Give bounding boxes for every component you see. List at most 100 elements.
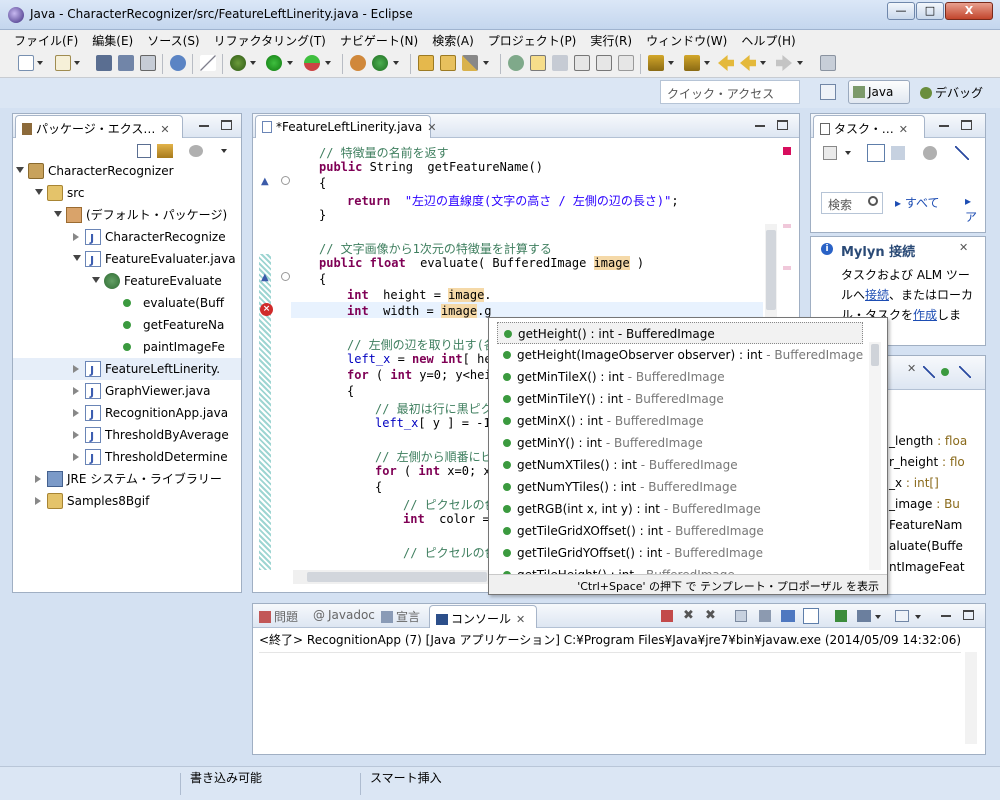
code-line[interactable]: { — [291, 272, 326, 288]
settings-icon[interactable] — [170, 55, 186, 71]
collapsed-arrow-icon[interactable] — [35, 497, 41, 505]
display-selected-icon[interactable] — [835, 610, 847, 622]
menu-search[interactable]: 検索(A) — [425, 30, 481, 50]
pin-editor-icon[interactable] — [820, 55, 836, 71]
menu-window[interactable]: ウィンドウ(W) — [639, 30, 734, 50]
tree-item[interactable]: FeatureLeftLinerity. — [13, 358, 241, 382]
prev-annotation-dropdown-icon[interactable] — [704, 61, 710, 65]
perspective-debug-button[interactable]: デバッグ — [920, 84, 983, 101]
code-line[interactable]: // ピクセルの色を — [291, 496, 509, 512]
toggle-mark-icon[interactable] — [508, 55, 524, 71]
code-line[interactable]: { — [291, 480, 382, 496]
new-task-icon[interactable] — [823, 146, 837, 160]
create-link[interactable]: 作成 — [913, 308, 937, 322]
minimize-icon[interactable] — [199, 120, 210, 130]
debug-dropdown-icon[interactable] — [250, 61, 256, 65]
run-dropdown-icon[interactable] — [287, 61, 293, 65]
block-select-icon[interactable] — [552, 55, 568, 71]
code-line[interactable]: int width = image.g — [291, 304, 492, 320]
forward-arrow-icon[interactable] — [776, 55, 792, 71]
save-icon[interactable] — [96, 55, 112, 71]
categorized-icon[interactable] — [867, 144, 885, 162]
task-filter-link[interactable]: ▸ ア — [965, 194, 985, 225]
collapsed-arrow-icon[interactable] — [35, 475, 41, 483]
completion-item[interactable]: getMinTileY() : int - BufferedImage — [497, 388, 863, 410]
close-icon[interactable]: ✕ — [160, 123, 169, 136]
skip-breakpoints-icon[interactable] — [200, 55, 216, 71]
tree-item[interactable]: paintImageFe — [13, 336, 241, 358]
completion-item[interactable]: getMinX() : int - BufferedImage — [497, 410, 863, 432]
filter-icon[interactable] — [923, 146, 937, 160]
scroll-lock-icon[interactable] — [759, 610, 771, 622]
menu-refactor[interactable]: リファクタリング(T) — [207, 30, 333, 50]
code-line[interactable]: int color = — [291, 512, 490, 528]
search-dropdown-icon[interactable] — [483, 61, 489, 65]
collapse-icon[interactable] — [281, 176, 290, 185]
collapsed-arrow-icon[interactable] — [73, 409, 79, 417]
outline-item[interactable]: _image : Bu — [889, 493, 960, 515]
collapse-all-icon[interactable] — [137, 144, 151, 158]
task-filter-all-link[interactable]: ▸ すべて — [895, 194, 940, 211]
hide-completed-icon[interactable] — [955, 146, 969, 160]
tree-item[interactable]: ThresholdByAverage — [13, 424, 241, 448]
open-console-icon[interactable] — [857, 610, 871, 622]
collapsed-arrow-icon[interactable] — [73, 233, 79, 241]
tree-item[interactable]: Samples8Bgif — [13, 490, 241, 512]
close-icon[interactable]: ✕ — [899, 123, 908, 136]
error-icon[interactable]: × — [260, 303, 273, 316]
minimize-icon[interactable] — [939, 120, 950, 130]
tree-item[interactable]: src — [13, 182, 241, 204]
view-dropdown-icon[interactable] — [221, 149, 227, 153]
run-icon[interactable] — [266, 55, 282, 71]
expanded-arrow-icon[interactable] — [73, 255, 81, 261]
open-console-dropdown-icon[interactable] — [875, 615, 881, 619]
new-java-project-icon[interactable] — [350, 55, 366, 71]
expanded-arrow-icon[interactable] — [16, 167, 24, 173]
print-icon[interactable] — [140, 55, 156, 71]
outline-item[interactable]: aluate(Buffe — [889, 535, 963, 557]
new-dropdown-icon[interactable] — [37, 61, 43, 65]
code-line[interactable]: for ( int y=0; y<hei — [291, 368, 492, 384]
problems-tab[interactable]: 問題 — [259, 608, 298, 625]
close-icon[interactable]: ✕ — [959, 241, 968, 254]
back-arrow-icon[interactable] — [740, 55, 756, 71]
maximize-button[interactable]: □ — [916, 2, 944, 20]
completion-item[interactable]: getNumYTiles() : int - BufferedImage — [497, 476, 863, 498]
outline-item[interactable]: ntImageFeat — [889, 556, 965, 578]
collapse-icon[interactable] — [281, 272, 290, 281]
menu-run[interactable]: 実行(R) — [583, 30, 639, 50]
code-line[interactable]: // 左側から順番にピク — [291, 448, 505, 464]
expanded-arrow-icon[interactable] — [54, 211, 62, 217]
collapsed-arrow-icon[interactable] — [73, 431, 79, 439]
toggle-word-wrap-icon[interactable] — [618, 55, 634, 71]
code-line[interactable]: // 特徴量の名前を返す — [291, 144, 449, 160]
back-dropdown-icon[interactable] — [760, 61, 766, 65]
hide-static-icon[interactable] — [941, 368, 949, 376]
new-console-icon[interactable] — [895, 610, 909, 622]
show-whitespace-icon[interactable] — [574, 55, 590, 71]
console-scrollbar[interactable] — [965, 652, 977, 744]
outline-item[interactable]: _x : int[] — [889, 472, 939, 494]
code-line[interactable]: left_x[ y ] = -1 — [291, 416, 491, 432]
maximize-icon[interactable] — [221, 120, 232, 130]
fold-marker-icon[interactable]: ▲ — [261, 272, 269, 283]
link-with-editor-icon[interactable] — [157, 144, 173, 158]
tree-item[interactable]: FeatureEvaluate — [13, 270, 241, 292]
scrollbar-thumb[interactable] — [871, 344, 879, 366]
menu-file[interactable]: ファイル(F) — [0, 30, 85, 50]
open-folder-icon[interactable] — [440, 55, 456, 71]
save-all-icon[interactable] — [118, 55, 134, 71]
close-icon[interactable]: ✕ — [907, 362, 916, 375]
next-annotation-icon[interactable] — [648, 55, 664, 71]
task-list-tab[interactable]: タスク・… ✕ — [813, 115, 925, 138]
prev-annotation-icon[interactable] — [684, 55, 700, 71]
debug-icon[interactable] — [230, 55, 246, 71]
new-class-dropdown-icon[interactable] — [393, 61, 399, 65]
menu-navigate[interactable]: ナビゲート(N) — [333, 30, 425, 50]
close-icon[interactable]: ✕ — [516, 613, 525, 626]
tree-item[interactable]: getFeatureNa — [13, 314, 241, 336]
new-console-dropdown-icon[interactable] — [915, 615, 921, 619]
perspective-java-button[interactable]: Java — [848, 80, 910, 104]
declaration-tab[interactable]: 宣言 — [381, 608, 420, 625]
maximize-icon[interactable] — [963, 610, 974, 620]
